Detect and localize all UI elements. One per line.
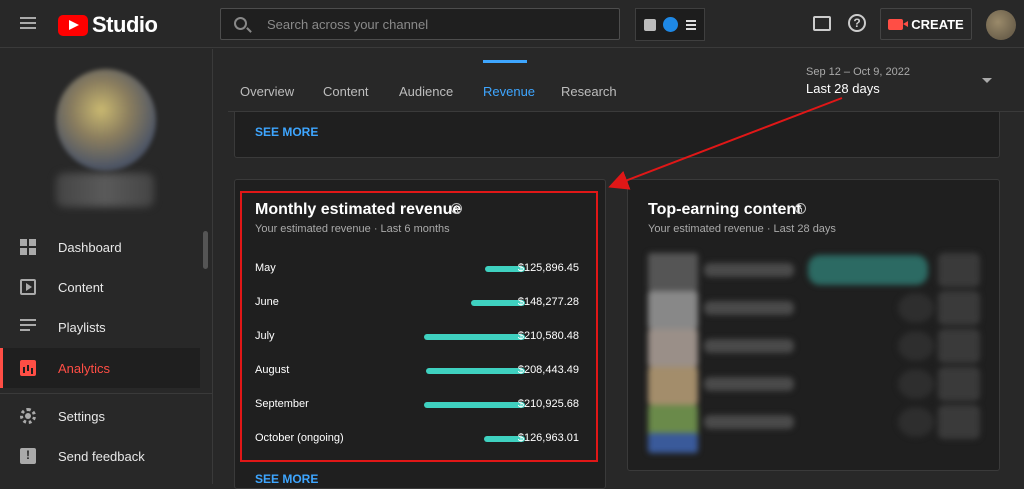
sidebar-item-send-feedback[interactable]: Send feedback bbox=[0, 436, 200, 476]
content-thumbnail bbox=[648, 367, 698, 405]
top-bar: Studio ? CREATE bbox=[0, 0, 1024, 48]
channel-avatar[interactable] bbox=[56, 69, 156, 171]
value-blurred bbox=[938, 253, 980, 287]
value-blurred bbox=[898, 407, 934, 437]
feedback-icon bbox=[20, 448, 36, 464]
analytics-icon bbox=[20, 360, 36, 376]
sidebar-item-analytics[interactable]: Analytics bbox=[0, 348, 200, 388]
revenue-pill-blurred bbox=[808, 255, 928, 285]
search-box[interactable] bbox=[220, 8, 620, 40]
content-thumbnail bbox=[648, 329, 698, 367]
value-blurred bbox=[938, 405, 980, 439]
blurred-content-list bbox=[648, 253, 982, 453]
extension-menu-icon[interactable] bbox=[686, 18, 697, 32]
create-button[interactable]: CREATE bbox=[880, 8, 972, 40]
highlight-box bbox=[240, 191, 598, 462]
content-title-blurred bbox=[704, 415, 794, 429]
tab-research[interactable]: Research bbox=[561, 84, 617, 99]
value-blurred bbox=[938, 329, 980, 363]
content-thumbnail bbox=[648, 253, 698, 291]
sidebar-item-label: Dashboard bbox=[58, 239, 122, 255]
content-title-blurred bbox=[704, 339, 794, 353]
previous-card: SEE MORE bbox=[234, 112, 1000, 158]
date-range-text[interactable]: Sep 12 – Oct 9, 2022 bbox=[806, 66, 910, 78]
sidebar-item-label: Settings bbox=[58, 408, 105, 424]
content-thumbnail bbox=[648, 433, 698, 453]
dashboard-icon bbox=[20, 239, 36, 255]
studio-logo[interactable]: Studio bbox=[58, 12, 158, 38]
create-label: CREATE bbox=[911, 16, 964, 32]
playlists-icon bbox=[20, 319, 36, 335]
date-range-label[interactable]: Last 28 days bbox=[806, 81, 880, 96]
top-earning-title: Top-earning content bbox=[648, 201, 802, 218]
youtube-logo-icon bbox=[58, 14, 88, 36]
menu-icon[interactable] bbox=[18, 14, 38, 34]
search-input[interactable] bbox=[267, 9, 607, 39]
extension-circle-icon[interactable] bbox=[663, 17, 679, 32]
sidebar-item-settings[interactable]: Settings bbox=[0, 396, 200, 436]
sidebar-item-label: Content bbox=[58, 279, 104, 295]
value-blurred bbox=[938, 291, 980, 325]
content-icon bbox=[20, 279, 36, 295]
value-blurred bbox=[898, 331, 934, 361]
content-title-blurred bbox=[704, 301, 794, 315]
tab-overview[interactable]: Overview bbox=[240, 84, 294, 99]
help-icon[interactable]: ? bbox=[848, 14, 866, 32]
sidebar-item-label: Analytics bbox=[58, 360, 111, 376]
sidebar-item-dashboard[interactable]: Dashboard bbox=[0, 227, 200, 267]
tab-revenue[interactable]: Revenue bbox=[483, 84, 535, 99]
top-earning-subtitle: Your estimated revenue · Last 28 days bbox=[648, 223, 836, 235]
see-more-link-top[interactable]: SEE MORE bbox=[255, 125, 318, 139]
gear-icon bbox=[20, 408, 36, 424]
sidebar-item-playlists[interactable]: Playlists bbox=[0, 307, 200, 347]
clock-icon[interactable] bbox=[795, 203, 806, 214]
tab-content[interactable]: Content bbox=[323, 84, 369, 99]
sidebar: Dashboard Content Playlists Analytics Se… bbox=[0, 49, 213, 484]
account-avatar[interactable] bbox=[986, 10, 1016, 40]
content-title-blurred bbox=[704, 377, 794, 391]
sidebar-item-label: Playlists bbox=[58, 319, 106, 335]
tab-audience[interactable]: Audience bbox=[399, 84, 453, 99]
value-blurred bbox=[938, 367, 980, 401]
sidebar-divider bbox=[0, 393, 213, 394]
content-thumbnail bbox=[648, 291, 698, 329]
extension-chart-icon[interactable] bbox=[643, 18, 656, 31]
content-title-blurred bbox=[704, 263, 794, 277]
sidebar-scrollbar[interactable] bbox=[203, 231, 208, 269]
video-camera-icon bbox=[888, 18, 909, 30]
search-icon bbox=[234, 17, 247, 30]
messages-icon[interactable] bbox=[813, 16, 831, 31]
extension-toolbar[interactable] bbox=[635, 8, 705, 41]
chevron-down-icon[interactable] bbox=[982, 78, 992, 83]
value-blurred bbox=[898, 369, 934, 399]
sidebar-item-label: Send feedback bbox=[58, 448, 145, 464]
logo-text: Studio bbox=[92, 12, 158, 37]
sidebar-item-content[interactable]: Content bbox=[0, 267, 200, 307]
analytics-tabs: Overview Content Audience Revenue Resear… bbox=[228, 49, 1024, 112]
value-blurred bbox=[898, 293, 934, 323]
active-tab-indicator bbox=[483, 60, 527, 63]
channel-name-blurred bbox=[56, 173, 154, 207]
